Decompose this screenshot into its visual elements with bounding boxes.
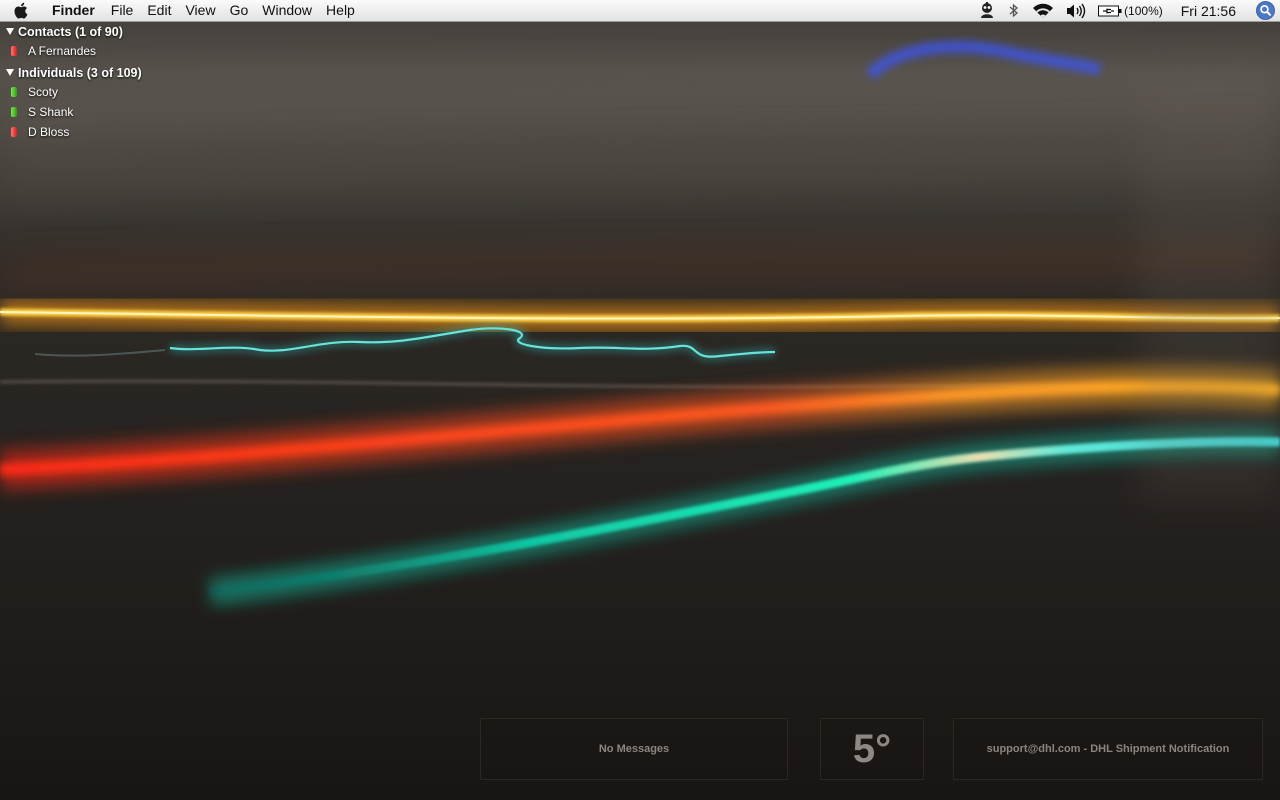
wifi-icon[interactable] <box>1026 0 1060 21</box>
messages-widget[interactable]: No Messages <box>480 718 788 780</box>
user-icon[interactable] <box>972 0 1002 21</box>
menu-edit[interactable]: Edit <box>140 0 178 21</box>
buddy-scoty[interactable]: Scoty <box>6 82 142 102</box>
menu-clock[interactable]: Fri 21:56 <box>1169 3 1250 19</box>
menu-view[interactable]: View <box>178 0 222 21</box>
buddy-name: A Fernandes <box>28 44 97 58</box>
individuals-group: Individuals (3 of 109) Scoty S Shank D B… <box>6 63 142 142</box>
menu-file[interactable]: File <box>104 0 141 21</box>
disclosure-triangle-icon <box>6 69 14 76</box>
battery-percentage: (100%) <box>1124 3 1163 18</box>
buddy-name: Scoty <box>28 85 59 99</box>
bluetooth-icon[interactable] <box>1002 0 1026 21</box>
mail-latest-subject: support@dhl.com - DHL Shipment Notificat… <box>986 743 1230 755</box>
menu-window[interactable]: Window <box>255 0 319 21</box>
desktop-wallpaper <box>0 0 1280 800</box>
status-available-icon <box>11 107 17 117</box>
battery-icon[interactable]: (100%) <box>1092 0 1169 21</box>
temperature-reading: 5° <box>852 726 892 771</box>
messages-status: No Messages <box>598 743 670 755</box>
menu-finder[interactable]: Finder <box>40 0 104 21</box>
status-available-icon <box>11 87 17 97</box>
buddy-a-fernandes[interactable]: A Fernandes <box>6 41 142 61</box>
volume-icon[interactable] <box>1060 0 1092 21</box>
group-title: Individuals (3 of 109) <box>18 65 142 80</box>
status-away-icon <box>11 46 17 56</box>
menu-bar: Finder File Edit View Go Window Help (10… <box>0 0 1280 22</box>
disclosure-triangle-icon <box>6 28 14 35</box>
spotlight-icon[interactable] <box>1250 0 1280 21</box>
mail-widget[interactable]: support@dhl.com - DHL Shipment Notificat… <box>953 718 1263 780</box>
group-title: Contacts (1 of 90) <box>18 24 123 39</box>
buddy-name: D Bloss <box>28 125 70 139</box>
menu-help[interactable]: Help <box>319 0 362 21</box>
apple-menu-icon[interactable] <box>0 0 40 21</box>
contacts-group-header[interactable]: Contacts (1 of 90) <box>6 22 142 41</box>
contacts-list: Contacts (1 of 90) A Fernandes Individua… <box>6 22 142 144</box>
buddy-s-shank[interactable]: S Shank <box>6 102 142 122</box>
weather-widget[interactable]: 5° <box>820 718 924 780</box>
contacts-group: Contacts (1 of 90) A Fernandes <box>6 22 142 61</box>
status-away-icon <box>11 127 17 137</box>
menu-go[interactable]: Go <box>223 0 256 21</box>
buddy-name: S Shank <box>28 105 74 119</box>
individuals-group-header[interactable]: Individuals (3 of 109) <box>6 63 142 82</box>
buddy-d-bloss[interactable]: D Bloss <box>6 122 142 142</box>
